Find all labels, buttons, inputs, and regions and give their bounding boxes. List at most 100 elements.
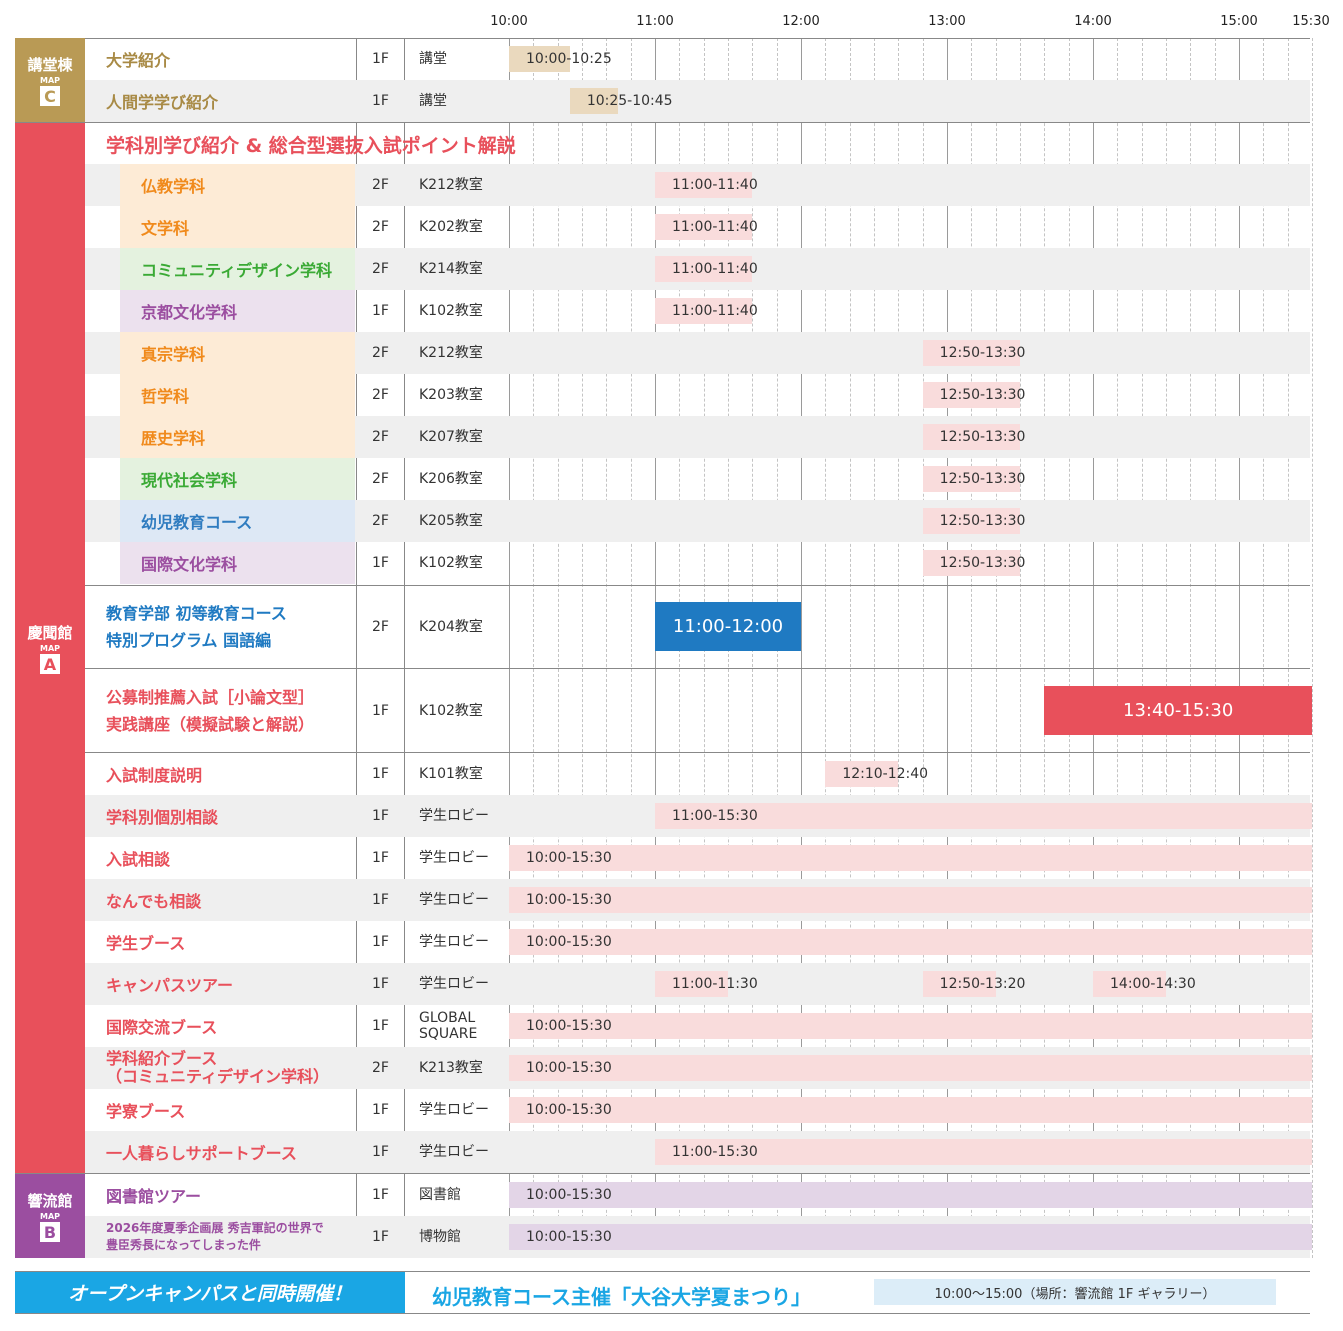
floor-cell: 2F [372, 219, 389, 235]
time-bar: 10:25-10:45 [569, 88, 673, 114]
floor-cell: 2F [372, 618, 389, 635]
event-name-text: キャンパスツアー [106, 976, 234, 995]
event-name-line: 2026年度夏季企画展 秀吉軍記の世界で [106, 1221, 324, 1235]
room-cell: 学生ロビー [419, 892, 489, 908]
floor-cell: 2F [372, 471, 389, 487]
event-name-text: 入試制度説明 [106, 766, 203, 785]
time-bar: 10:00-15:30 [509, 1182, 1312, 1208]
floor-cell: 1F [372, 1144, 389, 1160]
event-name: 学生ブース [106, 921, 355, 963]
event-name: 幼児教育コース [120, 500, 355, 542]
room-cell: K203教室 [419, 387, 483, 403]
event-name: キャンパスツアー [106, 963, 355, 1005]
time-tick: 15:00 [1220, 14, 1258, 29]
floor-cell: 1F [372, 702, 389, 719]
time-bar: 10:00-15:30 [509, 929, 1312, 955]
room-cell: 講堂 [419, 93, 447, 109]
time-bar: 11:00-12:00 [655, 602, 801, 651]
time-bar: 10:00-15:30 [509, 1097, 1312, 1123]
floor-cell: 1F [372, 808, 389, 824]
time-bar-label: 11:00-15:30 [672, 808, 758, 824]
event-name: 公募制推薦入試［小論文型］ 実践講座（模擬試験と解説） [106, 669, 355, 752]
time-bar-label: 11:00-11:30 [672, 976, 758, 992]
map-label: MAP [39, 644, 60, 653]
building-name: 響流館 [27, 1192, 73, 1210]
building-kyoryukan: 響流館 MAP B [15, 1174, 85, 1258]
room-cell: K205教室 [419, 513, 483, 529]
time-bar-label: 12:50-13:30 [939, 387, 1026, 403]
time-bar-label: 10:00-15:30 [526, 1187, 612, 1203]
time-bar: 12:50-13:20 [922, 971, 1025, 997]
event-name-text: 学生ブース [106, 934, 186, 953]
event-name-text: 幼児教育コース [141, 513, 253, 532]
event-name-line: 教育学部 初等教育コース [106, 603, 287, 623]
event-name-line: 公募制推薦入試［小論文型］ [106, 687, 315, 707]
room-cell: 学生ロビー [419, 976, 489, 992]
time-bar-label: 10:00-15:30 [526, 892, 612, 908]
time-bar: 12:50-13:30 [922, 550, 1025, 576]
floor-cell: 1F [372, 51, 389, 67]
time-tick: 14:00 [1074, 14, 1112, 29]
event-name: 学科別個別相談 [106, 795, 355, 837]
event-name-text: 図書館ツアー [106, 1187, 202, 1206]
time-bar: 10:00-15:30 [509, 845, 1312, 871]
time-bar: 11:00-11:40 [655, 214, 758, 240]
event-name: 文学科 [120, 206, 355, 248]
time-bar-label: 11:00-15:30 [672, 1144, 758, 1160]
building-name: 講堂棟 [27, 56, 73, 74]
time-bar-label: 11:00-11:40 [672, 219, 758, 235]
room-cell: GLOBAL SQUARE [419, 1005, 509, 1047]
footer-detail-text: 10:00〜15:00（場所：響流館 1F ギャラリー） [934, 1286, 1216, 1302]
room-cell: 学生ロビー [419, 1144, 489, 1160]
room-line: SQUARE [419, 1026, 478, 1042]
time-bar-label: 12:50-13:30 [939, 345, 1026, 361]
time-tick: 12:00 [782, 14, 820, 29]
floor-cell: 1F [372, 850, 389, 866]
floor-cell: 2F [372, 177, 389, 193]
room-cell: K204教室 [419, 618, 483, 635]
time-tick: 11:00 [636, 14, 674, 29]
event-name: 入試相談 [106, 837, 355, 879]
room-cell: 学生ロビー [419, 934, 489, 950]
map-letter: B [40, 1222, 60, 1242]
floor-cell: 1F [372, 976, 389, 992]
event-name-lines: 教育学部 初等教育コース 特別プログラム 国語編 [106, 600, 287, 654]
event-name: 仏教学科 [120, 164, 355, 206]
event-name: 図書館ツアー [106, 1174, 355, 1216]
time-bar: 11:00-11:30 [655, 971, 758, 997]
time-bar: 12:50-13:30 [922, 382, 1025, 408]
event-name-line: 学科紹介ブース [106, 1049, 218, 1068]
time-bar: 12:50-13:30 [922, 340, 1025, 366]
room-cell: 博物館 [419, 1229, 461, 1245]
room-cell: K213教室 [419, 1060, 483, 1076]
room-cell: 学生ロビー [419, 808, 489, 824]
room-cell: 学生ロビー [419, 1102, 489, 1118]
event-name-text: なんでも相談 [106, 892, 202, 911]
event-name-line: 特別プログラム 国語編 [106, 630, 272, 650]
event-name-text: 学寮ブース [106, 1102, 186, 1121]
floor-cell: 2F [372, 429, 389, 445]
event-name-line: 豊臣秀長になってしまった件 [106, 1238, 261, 1252]
time-bar: 10:00-15:30 [509, 1013, 1312, 1039]
time-bar-label: 10:00-15:30 [526, 1018, 612, 1034]
time-bar-label: 10:00-15:30 [526, 850, 612, 866]
room-cell: K102教室 [419, 702, 483, 719]
floor-cell: 2F [372, 513, 389, 529]
room-cell: K212教室 [419, 345, 483, 361]
footer-bottom-line [15, 1313, 1310, 1314]
time-bar-label: 10:25-10:45 [586, 93, 673, 109]
event-name-lines: 学科紹介ブース （コミュニティデザイン学科） [106, 1050, 329, 1086]
event-name: 教育学部 初等教育コース 特別プログラム 国語編 [106, 585, 355, 668]
room-cell: 学生ロビー [419, 850, 489, 866]
event-name-text: 国際交流ブース [106, 1018, 218, 1037]
time-bar-label: 14:00-14:30 [1110, 976, 1196, 992]
floor-cell: 2F [372, 261, 389, 277]
floor-cell: 1F [372, 1229, 389, 1245]
floor-cell: 1F [372, 892, 389, 908]
footer-badge-text: オープンキャンパスと同時開催！ [68, 1283, 352, 1305]
event-name: 国際文化学科 [120, 542, 355, 584]
floor-cell: 1F [372, 303, 389, 319]
floor-cell: 2F [372, 1060, 389, 1076]
event-name-text: コミュニティデザイン学科 [141, 261, 333, 280]
map-letter: C [40, 86, 60, 106]
